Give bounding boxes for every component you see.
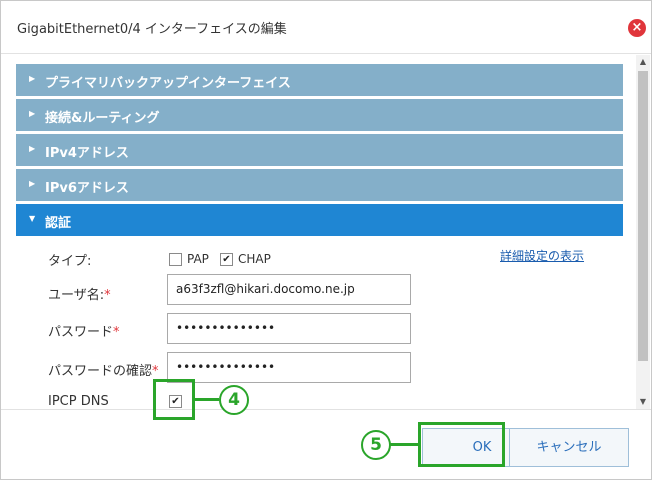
close-icon[interactable]: × bbox=[628, 19, 646, 37]
step5-highlight-box bbox=[418, 422, 505, 467]
required-mark: * bbox=[104, 288, 111, 303]
dialog-title: GigabitEthernet0/4 インターフェイスの編集 bbox=[17, 22, 287, 37]
auth-type-label: タイプ: bbox=[48, 254, 92, 269]
chevron-right-icon: ▶ bbox=[29, 74, 36, 83]
required-mark: * bbox=[152, 364, 159, 379]
section-label: IPv6アドレス bbox=[45, 181, 129, 196]
chevron-right-icon: ▶ bbox=[29, 144, 36, 153]
username-input[interactable]: a63f3zfl@hikari.docomo.ne.jp bbox=[167, 274, 411, 305]
section-ipv6-address[interactable]: ▶ IPv6アドレス bbox=[16, 169, 623, 201]
chevron-right-icon: ▶ bbox=[29, 109, 36, 118]
password-confirm-input[interactable]: •••••••••••••• bbox=[167, 352, 411, 383]
password-confirm-label: パスワードの確認* bbox=[48, 364, 159, 379]
step5-connector-line bbox=[387, 443, 418, 446]
section-label: 接続&ルーティング bbox=[45, 111, 160, 126]
step4-marker: 4 bbox=[219, 385, 249, 415]
scroll-up-icon[interactable]: ▲ bbox=[636, 55, 650, 69]
ipcp-dns-label: IPCP DNS bbox=[48, 394, 109, 409]
scroll-down-icon[interactable]: ▼ bbox=[636, 395, 650, 409]
vertical-scrollbar[interactable]: ▲ ▼ bbox=[636, 55, 650, 409]
pap-checkbox[interactable] bbox=[169, 253, 182, 266]
step5-marker: 5 bbox=[361, 430, 391, 460]
password-label: パスワード* bbox=[48, 325, 120, 340]
section-connection-routing[interactable]: ▶ 接続&ルーティング bbox=[16, 99, 623, 131]
dialog-footer: OK キャンセル bbox=[1, 409, 651, 480]
section-primary-backup-interface[interactable]: ▶ プライマリバックアップインターフェイス bbox=[16, 64, 623, 96]
section-label: プライマリバックアップインターフェイス bbox=[45, 76, 291, 91]
password-input[interactable]: •••••••••••••• bbox=[167, 313, 411, 344]
section-label: 認証 bbox=[45, 216, 72, 231]
dialog-titlebar: GigabitEthernet0/4 インターフェイスの編集 × bbox=[1, 1, 651, 54]
step4-highlight-box bbox=[153, 379, 195, 420]
required-mark: * bbox=[113, 325, 120, 340]
section-label: IPv4アドレス bbox=[45, 146, 129, 161]
pap-label: PAP bbox=[187, 252, 209, 266]
username-label: ユーザ名:* bbox=[48, 288, 111, 303]
advanced-settings-link[interactable]: 詳細設定の表示 bbox=[500, 247, 584, 264]
section-authentication[interactable]: ▼ 認証 bbox=[16, 204, 623, 236]
section-ipv4-address[interactable]: ▶ IPv4アドレス bbox=[16, 134, 623, 166]
chap-label: CHAP bbox=[238, 252, 271, 266]
chevron-right-icon: ▶ bbox=[29, 179, 36, 188]
step4-connector-line bbox=[195, 398, 219, 401]
dialog-content: ▶ プライマリバックアップインターフェイス ▶ 接続&ルーティング ▶ IPv4… bbox=[16, 64, 623, 409]
chap-checkbox[interactable]: ✔ bbox=[220, 253, 233, 266]
scrollbar-thumb[interactable] bbox=[638, 71, 648, 361]
edit-interface-dialog: GigabitEthernet0/4 インターフェイスの編集 × ▶ プライマリ… bbox=[0, 0, 652, 480]
chevron-down-icon: ▼ bbox=[29, 214, 36, 223]
cancel-button[interactable]: キャンセル bbox=[509, 428, 629, 467]
